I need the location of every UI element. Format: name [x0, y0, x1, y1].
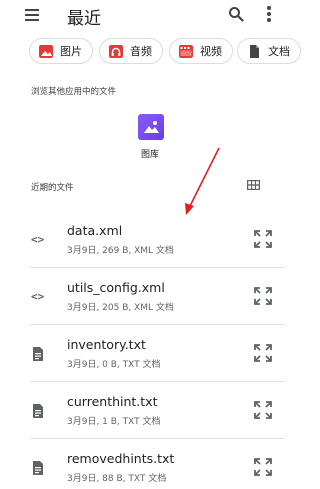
file-row[interactable]: <> utils_config.xml 3月9日, 205 B, XML 文档 [0, 268, 307, 325]
text-document-icon [33, 404, 43, 418]
code-icon: <> [31, 233, 45, 246]
browse-other-apps-label: 浏览其他应用中的文件 [31, 87, 117, 97]
chip-label: 音频 [130, 45, 152, 58]
gallery-app-button[interactable] [138, 114, 164, 140]
file-meta: 3月9日, 0 B, TXT 文档 [67, 360, 161, 370]
headphones-icon [109, 45, 123, 58]
recent-files-label: 近期的文件 [31, 183, 74, 193]
chip-audio[interactable]: 音频 [99, 38, 163, 64]
file-meta: 3月9日, 1 B, TXT 文档 [67, 417, 161, 427]
file-name: currenthint.txt [67, 394, 158, 409]
file-name: data.xml [67, 223, 123, 238]
expand-icon[interactable] [253, 229, 273, 249]
grid-view-icon[interactable] [247, 180, 260, 190]
filter-chips: 图片 音频 视频 文档 [29, 38, 320, 66]
chip-label: 视频 [200, 45, 222, 58]
gallery-label: 图库 [141, 150, 160, 160]
menu-icon[interactable] [25, 9, 39, 21]
expand-icon[interactable] [253, 343, 273, 363]
file-meta: 3月9日, 205 B, XML 文档 [67, 303, 174, 313]
text-document-icon [33, 347, 43, 361]
document-icon [250, 45, 259, 58]
expand-icon[interactable] [253, 457, 273, 477]
gallery-icon [144, 121, 159, 133]
file-row[interactable]: inventory.txt 3月9日, 0 B, TXT 文档 [0, 325, 307, 382]
chip-label: 文档 [268, 45, 290, 58]
file-row[interactable]: <> data.xml 3月9日, 269 B, XML 文档 [0, 211, 307, 268]
file-name: utils_config.xml [67, 280, 165, 295]
file-meta: 3月9日, 269 B, XML 文档 [67, 246, 174, 256]
file-name: removedhints.txt [67, 451, 175, 466]
top-app-bar: 最近 [0, 0, 307, 32]
file-row[interactable]: currenthint.txt 3月9日, 1 B, TXT 文档 [0, 382, 307, 439]
chip-images[interactable]: 图片 [29, 38, 93, 64]
text-document-icon [33, 461, 43, 475]
search-icon[interactable] [228, 6, 244, 22]
image-icon [39, 45, 53, 58]
more-options-icon[interactable] [266, 6, 272, 24]
page-title: 最近 [67, 9, 101, 29]
file-row[interactable]: removedhints.txt 3月9日, 88 B, TXT 文档 [0, 439, 307, 489]
chip-video[interactable]: 视频 [169, 38, 233, 64]
file-meta: 3月9日, 88 B, TXT 文档 [67, 474, 167, 484]
expand-icon[interactable] [253, 400, 273, 420]
chip-label: 图片 [60, 45, 82, 58]
expand-icon[interactable] [253, 286, 273, 306]
code-icon: <> [31, 290, 45, 303]
movie-icon [179, 45, 193, 58]
file-name: inventory.txt [67, 337, 146, 352]
chip-documents[interactable]: 文档 [237, 38, 301, 64]
